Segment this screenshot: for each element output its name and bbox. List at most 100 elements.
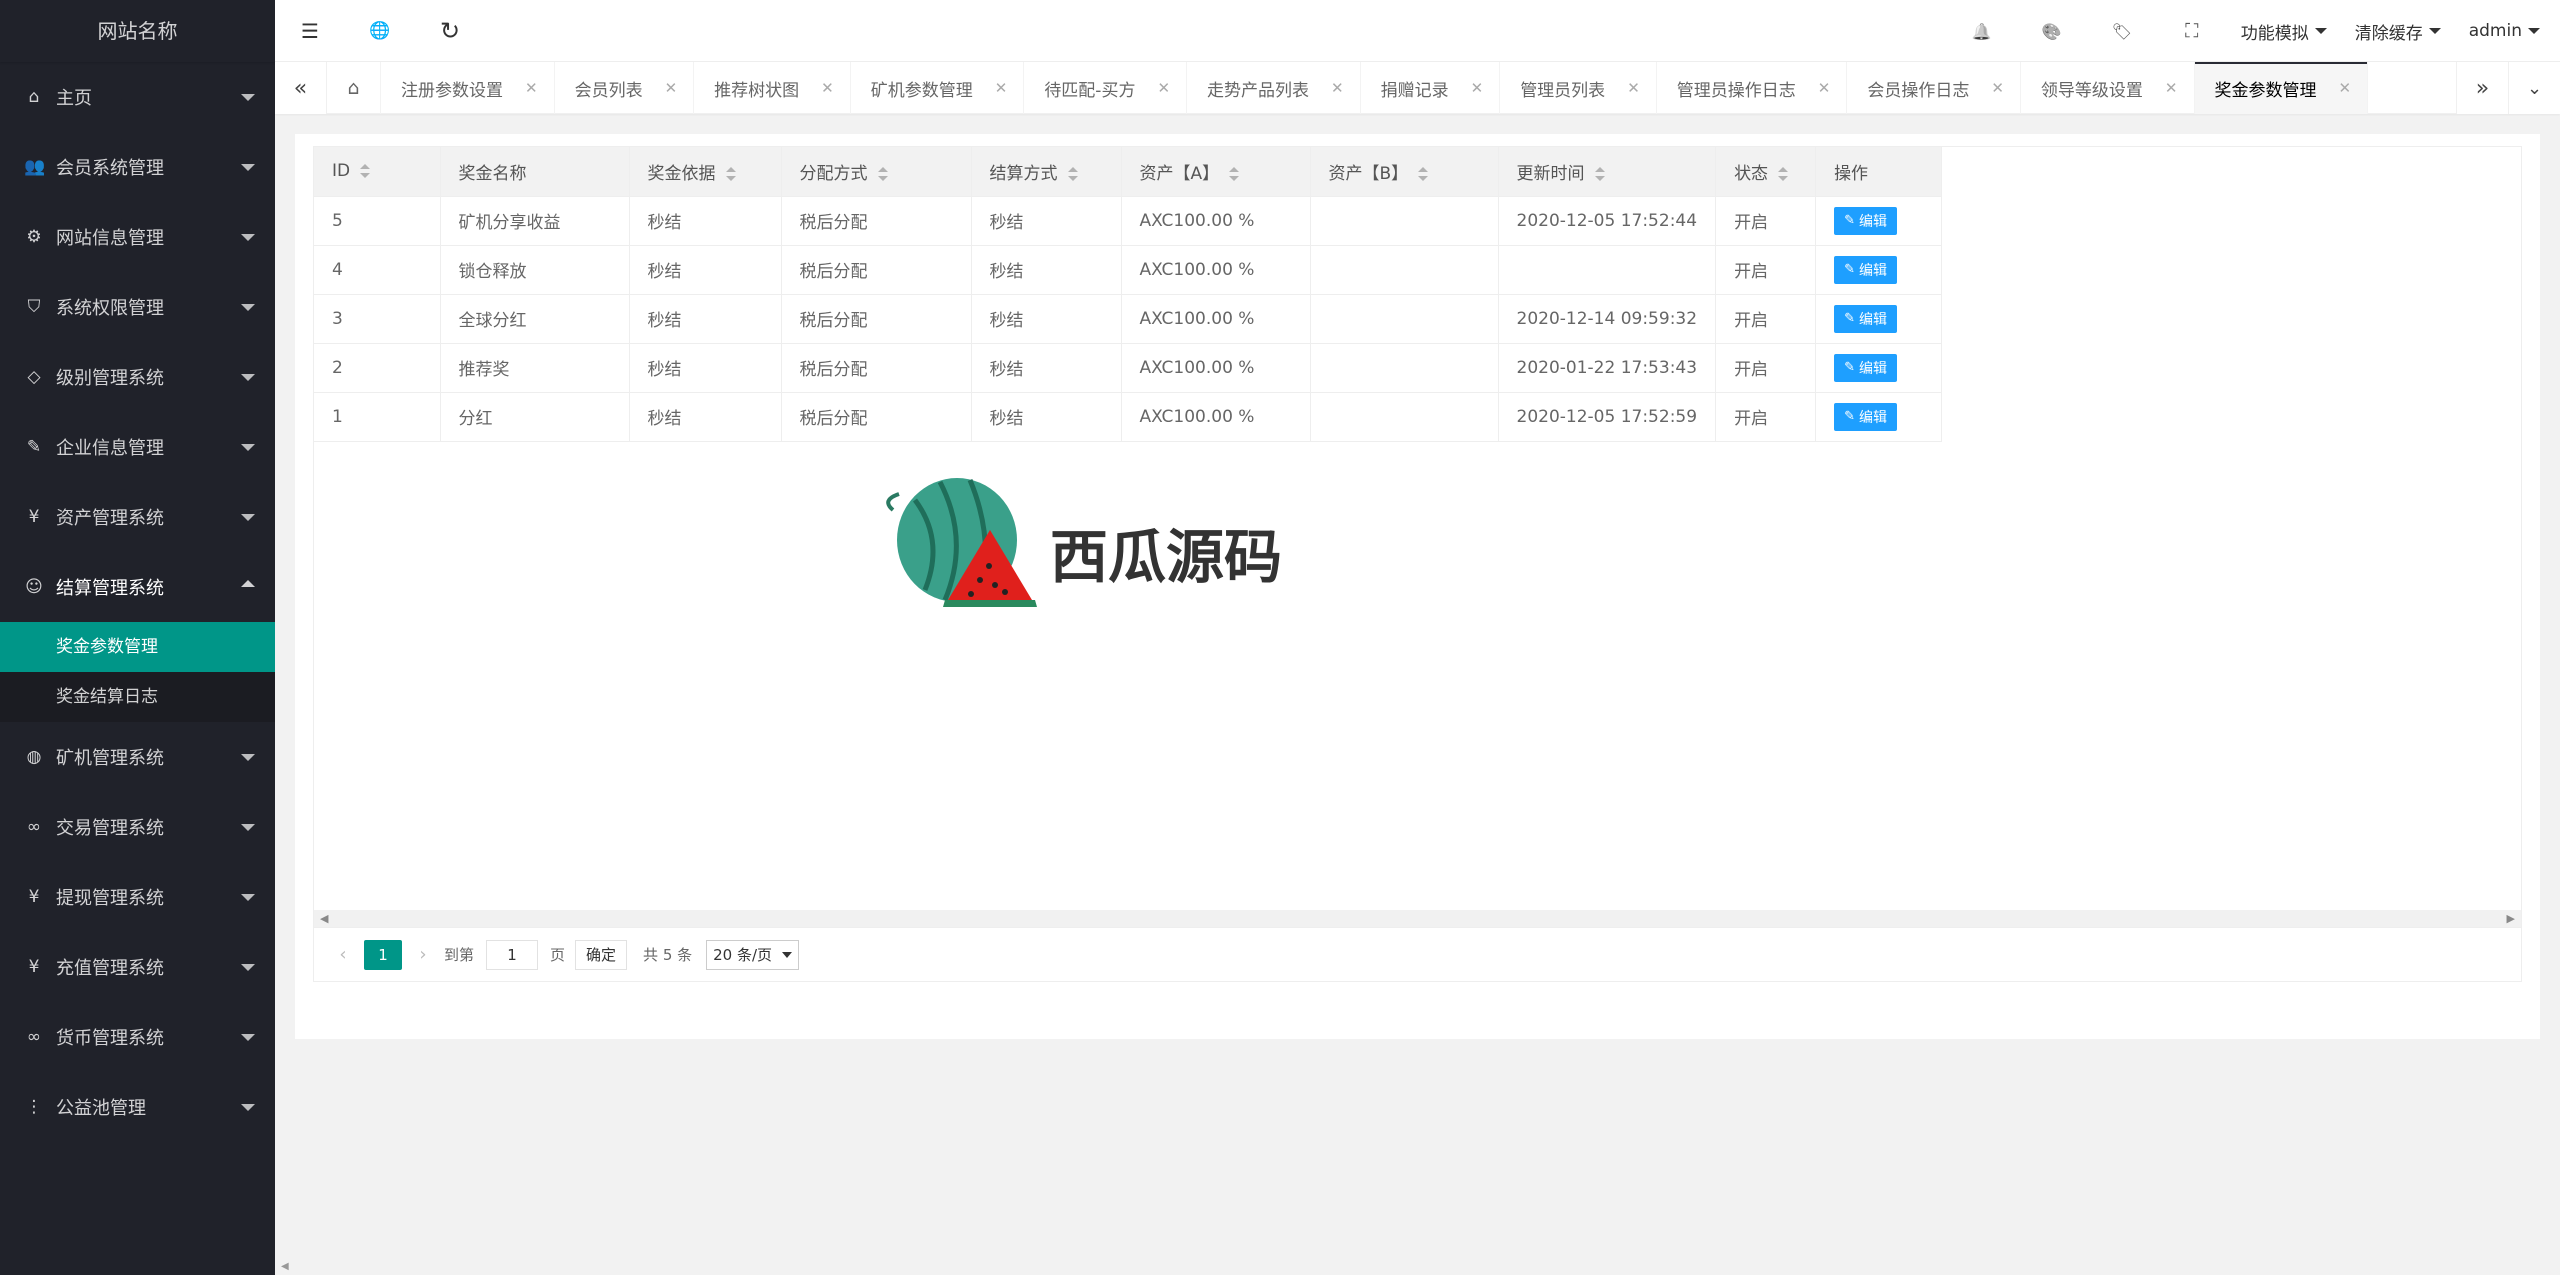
fullscreen-button[interactable]: ⛶ [2157, 0, 2227, 62]
link-icon: ∞ [26, 817, 42, 837]
tab-trend-products[interactable]: 走势产品列表 ✕ [1187, 62, 1361, 114]
sidebar-item-charity-pool[interactable]: ⋮ 公益池管理 [0, 1072, 275, 1142]
page-size-select[interactable]: 20 条/页 [706, 939, 800, 970]
sidebar-item-home[interactable]: ⌂ 主页 [0, 62, 275, 132]
tab-miner-params[interactable]: 矿机参数管理 ✕ [851, 62, 1025, 114]
cell-basis: 秒结 [629, 294, 782, 344]
close-icon[interactable]: ✕ [1991, 79, 2004, 97]
close-icon[interactable]: ✕ [821, 79, 834, 97]
user-menu[interactable]: admin [2455, 0, 2560, 62]
cell-status: 开启 [1715, 392, 1817, 442]
function-simulation-menu[interactable]: 功能模拟 [2227, 0, 2341, 62]
website-button[interactable]: 🌐 [345, 0, 415, 62]
edit-label: 编辑 [1858, 262, 1887, 279]
close-icon[interactable]: ✕ [1331, 79, 1344, 97]
column-header-asset-a[interactable]: 资产【A】 [1121, 147, 1311, 197]
column-header-distribution[interactable]: 分配方式 [781, 147, 972, 197]
cell-updated: 2020-12-05 17:52:59 [1498, 392, 1717, 442]
column-header-asset-b[interactable]: 资产【B】 [1310, 147, 1499, 197]
tabs-scroll-left-button[interactable]: « [275, 62, 327, 114]
toggle-sidebar-button[interactable]: ☰ [275, 0, 345, 62]
tabs-menu-button[interactable]: ⌄ [2508, 62, 2560, 114]
edit-button[interactable]: ✎ 编辑 [1834, 255, 1897, 284]
tab-member-list[interactable]: 会员列表 ✕ [555, 62, 695, 114]
site-logo[interactable]: 网站名称 [0, 0, 275, 62]
sort-icon[interactable] [1229, 166, 1240, 181]
scroll-right-arrow-icon[interactable]: ▶ [2507, 912, 2515, 925]
tag-icon: 🏷 [2111, 21, 2132, 41]
sort-icon[interactable] [1067, 166, 1078, 181]
sidebar-subitem-bonus-params[interactable]: 奖金参数管理 [0, 622, 275, 672]
tab-member-log[interactable]: 会员操作日志 ✕ [1847, 62, 2021, 114]
tabs-scroll-right-button[interactable]: » [2456, 62, 2508, 114]
sidebar-item-levels[interactable]: ◇ 级别管理系统 [0, 342, 275, 412]
sidebar-item-settlement[interactable]: ☺ 结算管理系统 [0, 552, 275, 622]
column-header-settlement[interactable]: 结算方式 [971, 147, 1122, 197]
sidebar-item-label: 主页 [56, 88, 92, 109]
sidebar-item-permissions[interactable]: ⛉ 系统权限管理 [0, 272, 275, 342]
column-header-id[interactable]: ID [314, 147, 441, 197]
menu-fold-icon: ☰ [301, 19, 319, 43]
shield-icon: ⛉ [27, 297, 41, 317]
column-header-basis[interactable]: 奖金依据 [629, 147, 782, 197]
tab-referral-tree[interactable]: 推荐树状图 ✕ [694, 62, 851, 114]
notes-button[interactable]: 🏷 [2087, 0, 2157, 62]
sort-icon[interactable] [1778, 166, 1789, 181]
sort-icon[interactable] [1418, 166, 1429, 181]
sort-icon[interactable] [877, 166, 888, 181]
sidebar-item-miners[interactable]: ◍ 矿机管理系统 [0, 722, 275, 792]
edit-button[interactable]: ✎ 编辑 [1834, 304, 1897, 333]
tab-register-params[interactable]: 注册参数设置 ✕ [381, 62, 555, 114]
sidebar-item-assets[interactable]: ¥ 资产管理系统 [0, 482, 275, 552]
confirm-page-button[interactable]: 确定 [575, 939, 628, 970]
edit-button[interactable]: ✎ 编辑 [1834, 353, 1897, 382]
sidebar-item-label: 公益池管理 [56, 1098, 146, 1119]
sidebar-item-company[interactable]: ✎ 企业信息管理 [0, 412, 275, 482]
page-number-input[interactable]: 1 [486, 939, 539, 970]
sidebar-item-site-info[interactable]: ⚙ 网站信息管理 [0, 202, 275, 272]
refresh-button[interactable]: ↻ [415, 0, 485, 62]
next-page-icon[interactable]: › [408, 944, 438, 965]
close-icon[interactable]: ✕ [1627, 79, 1640, 97]
chevron-down-icon [241, 964, 255, 971]
close-icon[interactable]: ✕ [995, 79, 1008, 97]
close-icon[interactable]: ✕ [2339, 79, 2352, 97]
edit-button[interactable]: ✎ 编辑 [1834, 206, 1897, 235]
sort-icon[interactable] [1594, 166, 1605, 181]
theme-button[interactable]: 🎨 [2017, 0, 2087, 62]
tab-pending-buyers[interactable]: 待匹配-买方 ✕ [1024, 62, 1188, 114]
tab-leader-levels[interactable]: 领导等级设置 ✕ [2021, 62, 2195, 114]
sidebar-item-trading[interactable]: ∞ 交易管理系统 [0, 792, 275, 862]
edit-button[interactable]: ✎ 编辑 [1834, 402, 1897, 431]
sidebar-item-withdraw[interactable]: ¥ 提现管理系统 [0, 862, 275, 932]
sort-icon[interactable] [360, 164, 371, 179]
cell-updated: 2020-01-22 17:53:43 [1498, 343, 1717, 393]
close-icon[interactable]: ✕ [525, 79, 538, 97]
clear-cache-menu[interactable]: 清除缓存 [2341, 0, 2455, 62]
close-icon[interactable]: ✕ [665, 79, 678, 97]
close-icon[interactable]: ✕ [1157, 79, 1170, 97]
scroll-left-arrow-icon[interactable]: ◀ [281, 1261, 289, 1272]
sidebar-item-recharge[interactable]: ¥ 充值管理系统 [0, 932, 275, 1002]
tab-donations[interactable]: 捐赠记录 ✕ [1361, 62, 1501, 114]
column-header-updated[interactable]: 更新时间 [1498, 147, 1717, 197]
tab-bonus-params[interactable]: 奖金参数管理 ✕ [2194, 62, 2369, 114]
tab-admin-list[interactable]: 管理员列表 ✕ [1500, 62, 1657, 114]
prev-page-icon[interactable]: ‹ [328, 944, 358, 965]
sidebar-item-currency[interactable]: ∞ 货币管理系统 [0, 1002, 275, 1072]
current-page-button[interactable]: 1 [364, 939, 402, 970]
sort-icon[interactable] [725, 166, 736, 181]
close-icon[interactable]: ✕ [1818, 79, 1831, 97]
notifications-button[interactable]: 🔔 [1947, 0, 2017, 62]
pencil-icon: ✎ [1844, 311, 1855, 326]
column-header-status[interactable]: 状态 [1715, 147, 1817, 197]
scroll-left-arrow-icon[interactable]: ◀ [320, 912, 328, 925]
horizontal-scrollbar[interactable]: ◀ ▶ [314, 910, 2521, 927]
close-icon[interactable]: ✕ [2165, 79, 2178, 97]
tab-home[interactable]: ⌂ [327, 62, 381, 114]
sidebar-item-label: 网站信息管理 [56, 228, 164, 249]
sidebar-subitem-bonus-log[interactable]: 奖金结算日志 [0, 672, 275, 722]
tab-admin-log[interactable]: 管理员操作日志 ✕ [1657, 62, 1848, 114]
close-icon[interactable]: ✕ [1471, 79, 1484, 97]
sidebar-item-members[interactable]: 👥 会员系统管理 [0, 132, 275, 202]
